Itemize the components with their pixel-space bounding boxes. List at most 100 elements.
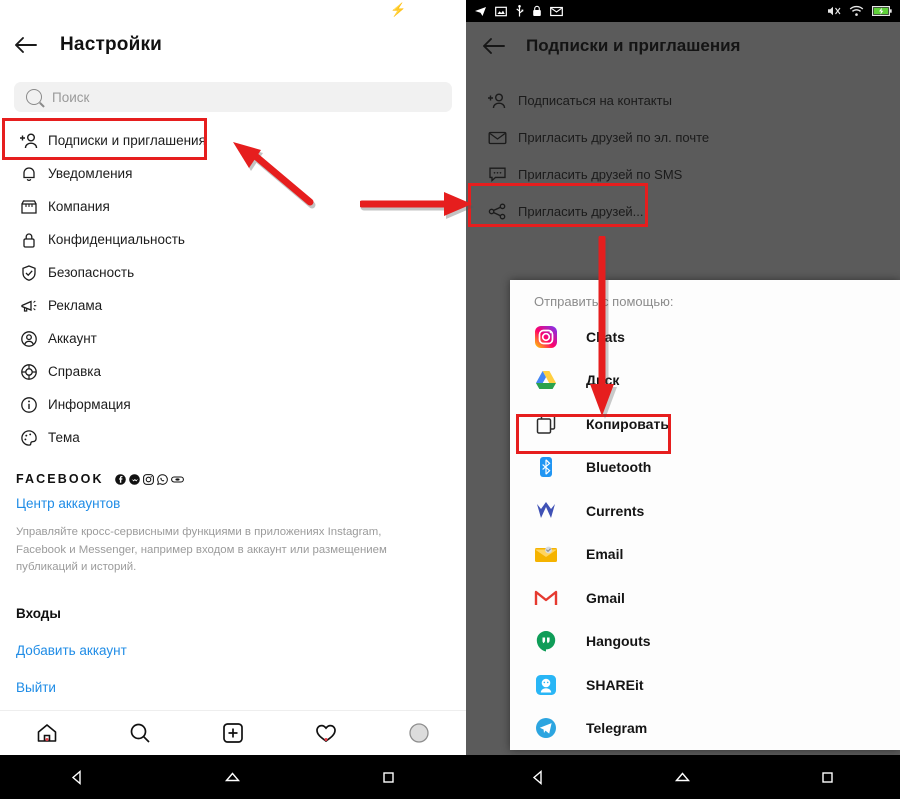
sidebar-item-privacy[interactable]: Конфиденциальность [0, 223, 466, 256]
menu-item-label: Подписаться на контакты [518, 93, 672, 108]
share-target-email[interactable]: Email [510, 533, 900, 577]
facebook-family-logos [114, 473, 184, 485]
lightning-bolt-icon: ⚡ [390, 2, 407, 17]
gmail-icon [534, 586, 558, 610]
shareit-icon [534, 673, 558, 697]
menu-item-follow-contacts[interactable]: Подписаться на контакты [466, 82, 900, 119]
bluetooth-icon [534, 455, 558, 479]
page-title: Подписки и приглашения [526, 36, 741, 55]
share-target-shareit[interactable]: SHAREit [510, 663, 900, 707]
google-drive-icon [534, 368, 558, 392]
sidebar-item-label: Информация [48, 397, 131, 412]
android-home-icon[interactable] [653, 769, 713, 786]
sidebar-item-label: Безопасность [48, 265, 135, 280]
lifebuoy-icon [16, 361, 42, 383]
sidebar-item-subscriptions[interactable]: Подписки и приглашения [0, 124, 466, 157]
wifi-icon [849, 5, 864, 17]
share-target-label: Email [586, 546, 624, 563]
page-title: Настройки [60, 34, 163, 55]
sidebar-item-label: Тема [48, 430, 80, 445]
search-placeholder: Поиск [52, 89, 90, 105]
tab-activity[interactable] [280, 721, 373, 745]
share-target-label: Chats [586, 328, 625, 345]
facebook-section: FACEBOOK Центр аккаунтов Управляйте крос… [0, 472, 466, 695]
sidebar-item-security[interactable]: Безопасность [0, 256, 466, 289]
badge-dot [324, 738, 328, 741]
person-add-icon [484, 92, 510, 110]
messenger-icon [128, 473, 140, 485]
share-nodes-icon [484, 203, 510, 220]
account-circle-icon [16, 328, 42, 350]
tab-search[interactable] [93, 721, 186, 745]
menu-item-label: Пригласить друзей... [518, 204, 644, 219]
share-target-chats[interactable]: Chats [510, 315, 900, 359]
copy-icon [534, 412, 558, 436]
tab-home[interactable] [0, 721, 93, 745]
tab-create[interactable] [186, 721, 279, 745]
shield-check-icon [16, 262, 42, 284]
megaphone-icon [16, 295, 42, 317]
logout-link[interactable]: Выйти [16, 680, 466, 695]
sidebar-item-label: Компания [48, 199, 110, 214]
palette-icon [16, 427, 42, 449]
sidebar-item-theme[interactable]: Тема [0, 421, 466, 454]
lock-icon [532, 5, 542, 17]
sidebar-item-help[interactable]: Справка [0, 355, 466, 388]
info-circle-icon [16, 394, 42, 416]
accounts-center-link[interactable]: Центр аккаунтов [16, 496, 466, 511]
bell-icon [16, 163, 42, 185]
tab-profile[interactable] [373, 721, 466, 745]
share-target-currents[interactable]: Currents [510, 489, 900, 533]
share-target-label: Gmail [586, 589, 625, 606]
sidebar-item-label: Конфиденциальность [48, 232, 185, 247]
arrow-left-icon[interactable] [14, 36, 48, 54]
volume-mute-icon [827, 5, 841, 17]
menu-item-invite-sms[interactable]: Пригласить друзей по SMS [466, 156, 900, 193]
android-recents-icon[interactable] [358, 769, 418, 786]
hangouts-icon [534, 629, 558, 653]
android-back-icon[interactable] [48, 769, 108, 786]
logins-title: Входы [16, 606, 61, 622]
share-target-drive[interactable]: Диск [510, 359, 900, 403]
share-sheet-dialog: Отправить с помощью: Chats Диск Копирова… [510, 280, 900, 750]
sidebar-item-about[interactable]: Информация [0, 388, 466, 421]
left-status-bar: ⚡ [0, 0, 466, 22]
share-target-hangouts[interactable]: Hangouts [510, 620, 900, 664]
menu-item-label: Пригласить друзей по SMS [518, 167, 683, 182]
android-home-icon[interactable] [203, 769, 263, 786]
share-target-copy[interactable]: Копировать [510, 402, 900, 446]
sidebar-item-label: Уведомления [48, 166, 133, 181]
share-target-label: Hangouts [586, 633, 651, 650]
arrow-left-icon[interactable] [482, 37, 518, 55]
share-target-label: Currents [586, 502, 645, 519]
google-currents-icon [534, 499, 558, 523]
oculus-icon [170, 474, 184, 485]
sidebar-item-account[interactable]: Аккаунт [0, 322, 466, 355]
lock-icon [16, 229, 42, 251]
sidebar-item-notifications[interactable]: Уведомления [0, 157, 466, 190]
usb-icon [515, 5, 524, 17]
sidebar-item-business[interactable]: Компания [0, 190, 466, 223]
android-back-icon[interactable] [508, 769, 568, 786]
storefront-icon [16, 196, 42, 218]
whatsapp-icon [156, 473, 168, 485]
battery-charging-icon [872, 5, 892, 17]
search-input[interactable]: Поиск [14, 82, 452, 112]
left-settings-header: Настройки [0, 22, 466, 68]
menu-item-invite-friends-share[interactable]: Пригласить друзей... [466, 193, 900, 230]
menu-item-label: Пригласить друзей по эл. почте [518, 130, 710, 145]
share-target-telegram[interactable]: Telegram [510, 707, 900, 751]
menu-item-invite-email[interactable]: Пригласить друзей по эл. почте [466, 119, 900, 156]
share-target-bluetooth[interactable]: Bluetooth [510, 446, 900, 490]
sidebar-item-label: Подписки и приглашения [48, 133, 206, 148]
instagram-icon [534, 325, 558, 349]
right-phone-screenshot: Подписки и приглашения Подписаться на ко… [466, 0, 900, 799]
add-account-link[interactable]: Добавить аккаунт [16, 643, 466, 658]
badge-dot [45, 738, 49, 741]
telegram-icon [474, 6, 487, 17]
android-recents-icon[interactable] [798, 769, 858, 786]
email-icon [550, 6, 563, 17]
share-target-gmail[interactable]: Gmail [510, 576, 900, 620]
sidebar-item-ads[interactable]: Реклама [0, 289, 466, 322]
share-sheet-title: Отправить с помощью: [534, 294, 674, 309]
